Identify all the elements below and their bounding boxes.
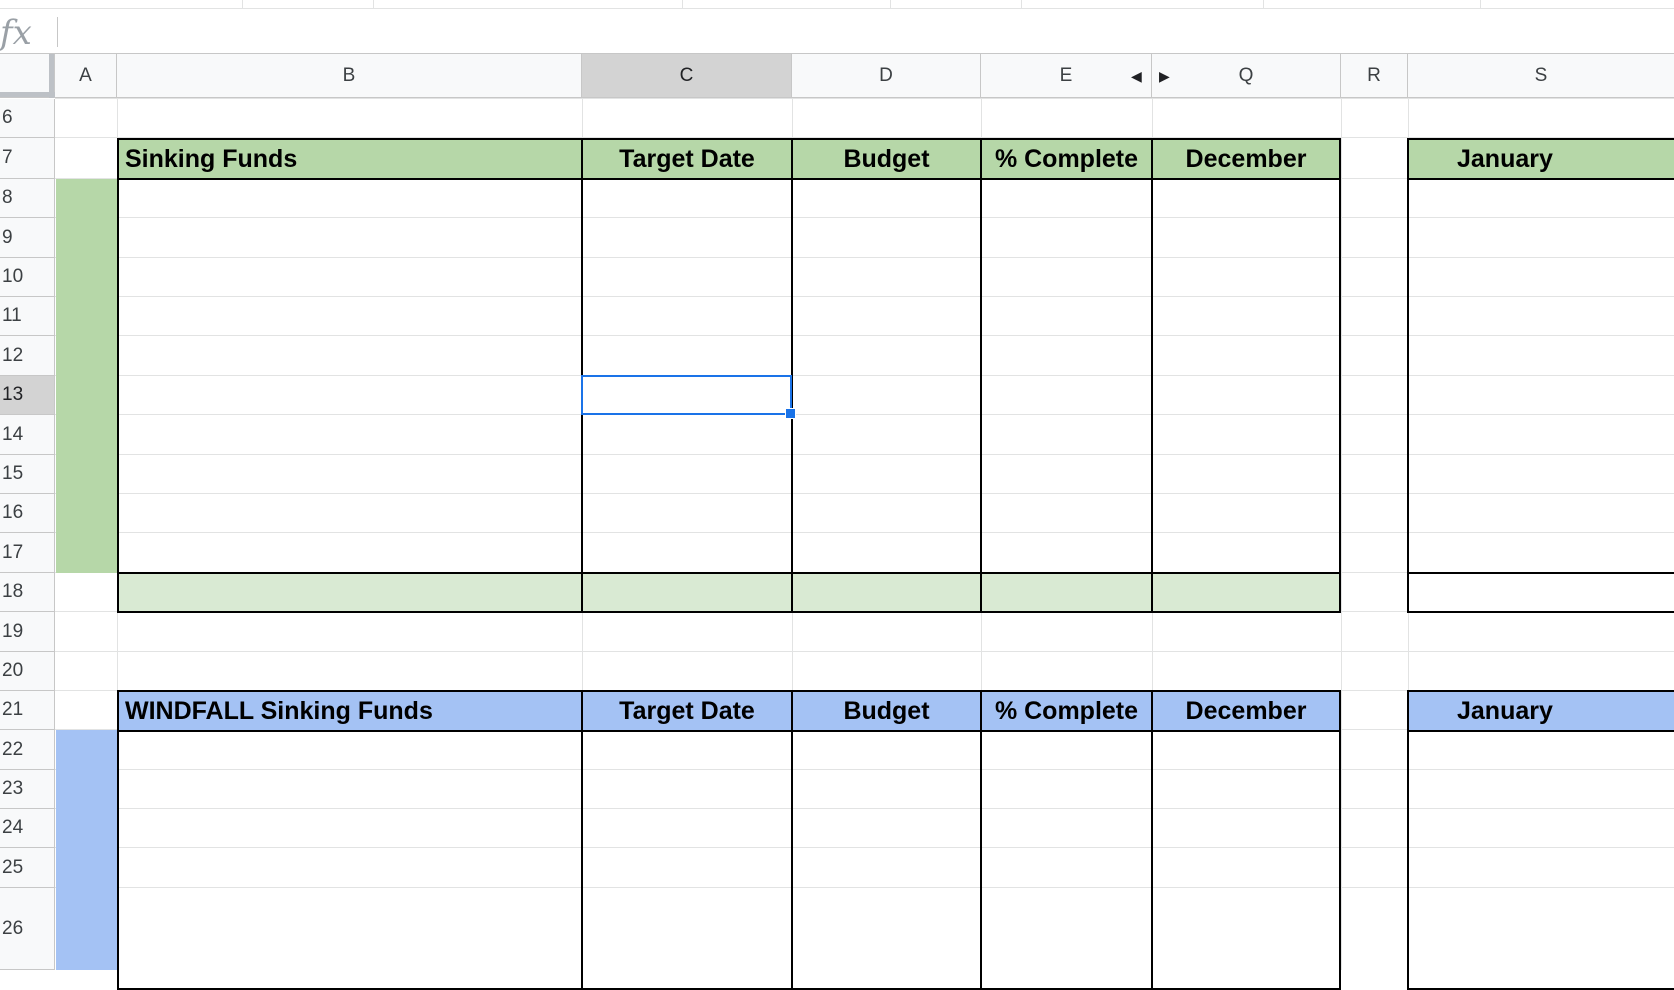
row-header-22[interactable]: 22 <box>0 730 55 770</box>
row-header-11[interactable]: 11 <box>0 297 55 336</box>
windfall-december-header[interactable]: December <box>1151 690 1341 732</box>
column-header-b[interactable]: B <box>117 54 582 98</box>
row-header-13[interactable]: 13 <box>0 376 55 415</box>
toolbar-separator <box>242 0 243 8</box>
row-header-9[interactable]: 9 <box>0 218 55 258</box>
row-header-8[interactable]: 8 <box>0 179 55 218</box>
toolbar-separator <box>373 0 374 8</box>
row-header-12[interactable]: 12 <box>0 336 55 376</box>
select-all-corner[interactable] <box>0 54 55 98</box>
sinking-december-header[interactable]: December <box>1151 138 1341 180</box>
sinking-total-q[interactable] <box>1151 572 1341 613</box>
row-header-24[interactable]: 24 <box>0 809 55 848</box>
sinking-total-c[interactable] <box>581 572 793 613</box>
sinking-percent-complete-header[interactable]: % Complete <box>980 138 1153 180</box>
toolbar-separator <box>1480 0 1481 8</box>
windfall-body-s <box>1407 730 1674 990</box>
fill-handle[interactable] <box>785 408 796 419</box>
column-header-q[interactable]: Q <box>1152 54 1341 98</box>
windfall-body-c <box>581 730 793 990</box>
expand-right-arrow-icon[interactable]: ▶ <box>1159 54 1170 98</box>
sinking-body-d <box>791 178 982 574</box>
sinking-total-e[interactable] <box>980 572 1153 613</box>
collapse-left-arrow-icon[interactable]: ◀ <box>1131 54 1142 98</box>
row-header-26[interactable]: 26 <box>0 888 55 970</box>
row-header-7[interactable]: 7 <box>0 138 55 179</box>
windfall-percent-complete-header[interactable]: % Complete <box>980 690 1153 732</box>
row-header-6[interactable]: 6 <box>0 99 55 138</box>
row-header-20[interactable]: 20 <box>0 652 55 691</box>
row-header-10[interactable]: 10 <box>0 258 55 297</box>
gridline <box>55 98 1674 99</box>
sinking-body-s <box>1407 178 1674 574</box>
column-header-e[interactable]: E <box>981 54 1152 98</box>
row-header-25[interactable]: 25 <box>0 848 55 888</box>
windfall-target-date-header[interactable]: Target Date <box>581 690 793 732</box>
windfall-body-q <box>1151 730 1341 990</box>
formula-bar: fx <box>0 9 1674 54</box>
sinking-january-header[interactable]: January <box>1407 138 1674 180</box>
column-header-r[interactable]: R <box>1341 54 1408 98</box>
sinking-side-marker <box>56 179 117 573</box>
row-header-19[interactable]: 19 <box>0 612 55 652</box>
row-header-14[interactable]: 14 <box>0 415 55 455</box>
row-header-17[interactable]: 17 <box>0 533 55 573</box>
sinking-total-s[interactable] <box>1407 572 1674 613</box>
sinking-body-e <box>980 178 1153 574</box>
column-header-s[interactable]: S <box>1408 54 1674 98</box>
row-header-18[interactable]: 18 <box>0 573 55 612</box>
sinking-target-date-header[interactable]: Target Date <box>581 138 793 180</box>
column-header-d[interactable]: D <box>792 54 981 98</box>
sinking-total-d[interactable] <box>791 572 982 613</box>
sinking-funds-title[interactable]: Sinking Funds <box>117 138 583 180</box>
windfall-budget-header[interactable]: Budget <box>791 690 982 732</box>
sinking-body-b <box>117 178 583 574</box>
row-header-21[interactable]: 21 <box>0 691 55 730</box>
toolbar-separator <box>682 0 683 8</box>
column-header-c[interactable]: C <box>582 54 792 98</box>
gridline <box>1341 98 1342 970</box>
sinking-total-b[interactable] <box>117 572 583 613</box>
toolbar-strip <box>0 0 1674 9</box>
gridline <box>55 651 1674 652</box>
windfall-january-header[interactable]: January <box>1407 690 1674 732</box>
selected-cell-c13[interactable] <box>581 375 792 415</box>
windfall-body-d <box>791 730 982 990</box>
row-header-23[interactable]: 23 <box>0 770 55 809</box>
windfall-side-marker <box>56 730 117 970</box>
toolbar-separator <box>1021 0 1022 8</box>
windfall-body-b <box>117 730 583 990</box>
sinking-body-q <box>1151 178 1341 574</box>
fx-icon: fx <box>0 13 32 53</box>
column-header-a[interactable]: A <box>55 54 117 98</box>
toolbar-separator <box>890 0 891 8</box>
row-header-15[interactable]: 15 <box>0 455 55 494</box>
windfall-body-e <box>980 730 1153 990</box>
toolbar-separator <box>1263 0 1264 8</box>
formula-input[interactable] <box>66 17 1656 47</box>
row-header-16[interactable]: 16 <box>0 494 55 533</box>
windfall-funds-title[interactable]: WINDFALL Sinking Funds <box>117 690 583 732</box>
freeze-handle-horizontal[interactable] <box>0 92 55 97</box>
formula-divider <box>57 17 58 47</box>
sinking-budget-header[interactable]: Budget <box>791 138 982 180</box>
